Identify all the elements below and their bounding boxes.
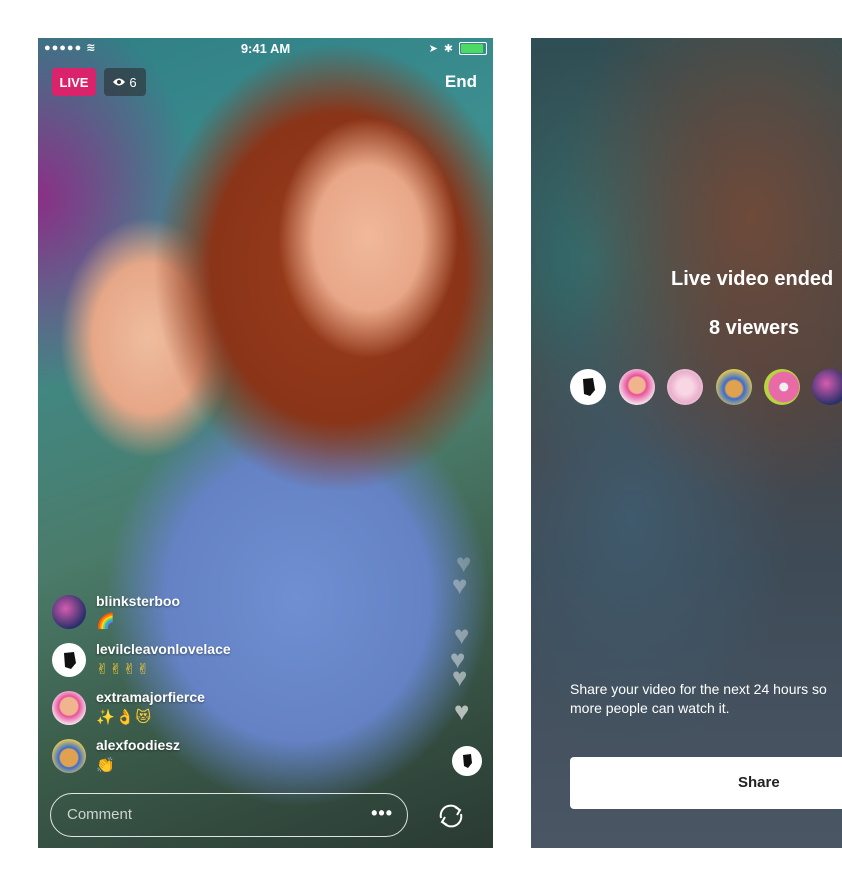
location-icon: ➤ [428,43,438,55]
comment-text: ✌✌✌✌ [96,661,151,678]
ended-title: Live video ended [671,268,834,290]
battery-icon [459,42,487,55]
status-bar: ●●●●● ≋ 9:41 AM ➤ ✱ [38,38,493,58]
heart-icon: ♥ [452,570,468,600]
share-description: Share your video for the next 24 hours s… [570,681,827,716]
viewer-count-badge[interactable]: 6 [104,68,146,96]
comment-username[interactable]: alexfoodiesz [96,737,180,753]
avatar[interactable] [52,739,86,773]
end-button[interactable]: End [445,72,477,92]
comment-text: 👏 [96,757,116,774]
avatar[interactable] [570,369,606,405]
host-avatar [452,746,482,776]
comment-input[interactable] [65,805,349,824]
avatar[interactable] [52,595,86,629]
heart-icon: ♥ [452,662,468,692]
comment-text: ✨👌😻 [96,709,152,726]
comment-username[interactable]: levilcleavonlovelace [96,641,231,657]
avatar[interactable] [619,369,655,405]
share-button[interactable]: Share [570,757,842,809]
heart-icon: ♥ [454,696,470,726]
comment-field[interactable]: ••• [50,793,408,837]
eye-icon [113,78,126,86]
avatar[interactable] [812,369,842,405]
live-broadcast-screen: ●●●●● ≋ 9:41 AM ➤ ✱ LIVE 6 End blinkster… [38,38,493,848]
comment-text: 🌈 [96,613,116,630]
comment-username[interactable]: extramajorfierce [96,689,205,705]
comment-username[interactable]: blinksterboo [96,593,180,609]
status-time: 9:41 AM [240,41,291,56]
flip-camera-icon[interactable] [433,798,469,834]
avatar[interactable] [716,369,752,405]
viewers-count: 8 viewers [709,317,800,339]
live-ended-screen: Live video ended 8 viewers Share your vi… [531,38,842,848]
avatar[interactable] [667,369,703,405]
more-options-button[interactable]: ••• [371,803,393,824]
share-button-label: Share [738,774,780,791]
viewer-count: 6 [129,74,137,90]
live-badge: LIVE [52,68,96,96]
avatar[interactable] [52,691,86,725]
avatar[interactable] [52,643,86,677]
avatar[interactable] [764,369,800,405]
bluetooth-icon: ✱ [443,43,453,55]
floating-hearts: ♥ ♥ ♥ ♥ ♥ ♥ [450,548,486,738]
